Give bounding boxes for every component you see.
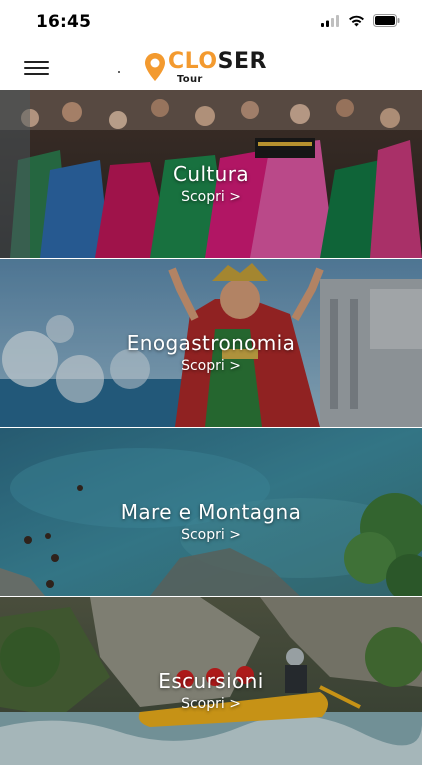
category-card-mare-e-montagna[interactable]: Mare e Montagna Scopri > [0, 428, 422, 596]
category-discover-link[interactable]: Scopri > [0, 526, 422, 544]
wifi-icon [349, 15, 364, 26]
category-card-escursioni[interactable]: Escursioni Scopri > [0, 597, 422, 765]
cultura-text: Cultura Scopri > [0, 162, 422, 206]
enogastronomia-text: Enogastronomia Scopri > [0, 331, 422, 375]
battery-icon [373, 14, 400, 27]
category-discover-link[interactable]: Scopri > [0, 188, 422, 206]
mare-e-montagna-text: Mare e Montagna Scopri > [0, 500, 422, 544]
category-title: Mare e Montagna [120, 500, 302, 524]
logo-accent-text: CLO [168, 49, 218, 74]
category-list: Cultura Scopri > Enogastronomia Scopri >… [0, 90, 422, 765]
category-discover-link[interactable]: Scopri > [0, 695, 422, 713]
category-title: Escursioni [158, 669, 264, 693]
logo-subtitle: Tour [177, 74, 203, 85]
escursioni-text: Escursioni Scopri > [0, 669, 422, 713]
app-header: CLOSER Tour [0, 46, 422, 90]
status-icons [321, 14, 400, 27]
map-pin-icon [145, 53, 165, 81]
category-discover-link[interactable]: Scopri > [0, 357, 422, 375]
hamburger-menu-icon[interactable] [24, 60, 50, 76]
logo-dark-text: SER [217, 49, 267, 74]
closer-tour-logo: CLOSER Tour [144, 50, 280, 88]
logo-wordmark: CLOSER [168, 50, 267, 74]
category-card-enogastronomia[interactable]: Enogastronomia Scopri > [0, 259, 422, 427]
status-bar: 16:45 [0, 0, 422, 46]
status-time: 16:45 [36, 12, 92, 32]
signal-icon [321, 14, 339, 27]
category-title: Enogastronomia [126, 331, 296, 355]
category-card-cultura[interactable]: Cultura Scopri > [0, 90, 422, 258]
header-dot [118, 71, 120, 73]
category-title: Cultura [173, 162, 249, 186]
